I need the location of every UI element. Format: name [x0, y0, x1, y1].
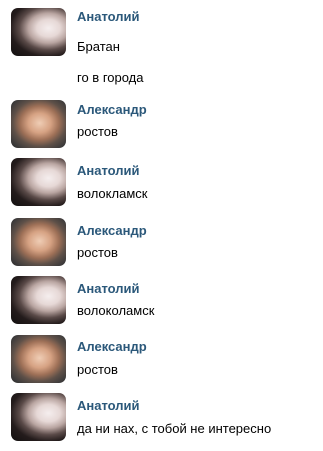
author-name[interactable]: Анатолий	[77, 163, 140, 178]
message-text: ростов	[77, 362, 118, 377]
message-text: ростов	[77, 124, 118, 139]
message-text: да ни нах, с тобой не интересно	[77, 421, 272, 436]
user-avatar[interactable]	[11, 335, 66, 383]
author-name[interactable]: Александр	[77, 102, 147, 117]
user-avatar[interactable]	[11, 158, 66, 206]
message-text: го в города	[77, 70, 144, 85]
message-text: Братан	[77, 39, 120, 54]
user-avatar[interactable]	[11, 393, 66, 441]
message-text: волокламск	[77, 186, 148, 201]
message-text: волоколамск	[77, 303, 155, 318]
user-avatar[interactable]	[11, 276, 66, 324]
message-text: ростов	[77, 245, 118, 260]
user-avatar[interactable]	[11, 8, 66, 56]
author-name[interactable]: Анатолий	[77, 281, 140, 296]
author-name[interactable]: Анатолий	[77, 9, 140, 24]
author-name[interactable]: Анатолий	[77, 398, 140, 413]
user-avatar[interactable]	[11, 218, 66, 266]
author-name[interactable]: Александр	[77, 223, 147, 238]
author-name[interactable]: Александр	[77, 339, 147, 354]
user-avatar[interactable]	[11, 100, 66, 148]
